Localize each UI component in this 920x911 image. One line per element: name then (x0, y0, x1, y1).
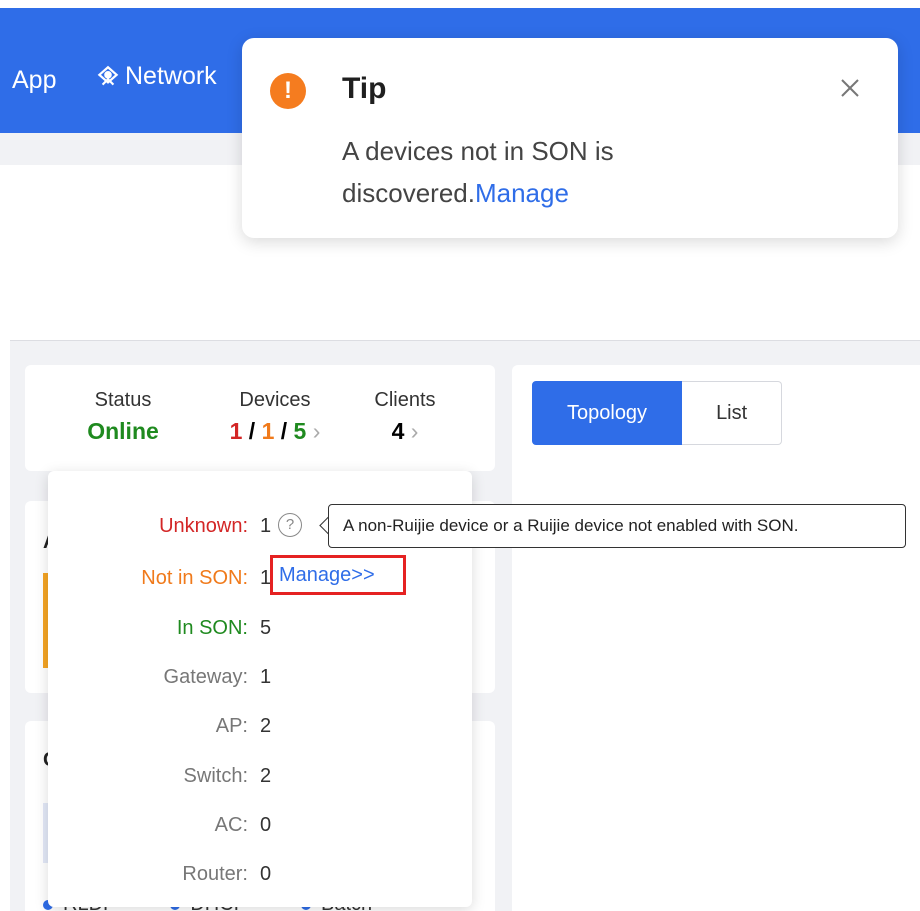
row-router: Router: 0 (48, 859, 472, 889)
devices-separator: / (280, 418, 288, 444)
row-not-in-son: Not in SON: 1 Manage>> (48, 555, 472, 595)
nav-item-app[interactable]: App (12, 66, 56, 95)
devices-unknown-count: 1 (229, 418, 243, 444)
devices-not-in-son-count: 1 (261, 418, 275, 444)
clients-label: Clients (374, 389, 436, 411)
chevron-right-icon: › (312, 418, 321, 444)
network-icon (97, 65, 119, 85)
stat-clients[interactable]: Clients 4 › (365, 389, 445, 445)
tip-manage-link[interactable]: Manage (475, 178, 569, 208)
ac-label: AC: (214, 814, 248, 836)
clients-count: 4 (391, 418, 405, 444)
devices-value[interactable]: 1 / 1 / 5 › (195, 418, 355, 445)
manage-link[interactable]: Manage>> (270, 555, 406, 595)
row-ac: AC: 0 (48, 810, 472, 840)
view-toggle: Topology List (532, 381, 783, 445)
unknown-label: Unknown: (159, 515, 248, 537)
unknown-value: 1 (260, 515, 272, 537)
router-label: Router: (182, 863, 248, 885)
devices-label: Devices (239, 389, 311, 411)
tab-topology[interactable]: Topology (532, 381, 683, 445)
in-son-label: In SON: (176, 617, 248, 639)
gateway-label: Gateway: (163, 666, 248, 688)
in-son-value: 5 (260, 617, 272, 639)
stat-status: Status Online (73, 389, 173, 445)
not-in-son-label: Not in SON: (141, 567, 248, 589)
top-screenshot: App Network t ! Tip A devices not in SON… (0, 0, 920, 262)
devices-separator: / (248, 418, 256, 444)
overview-stats-card: Status Online Devices 1 / 1 / 5 › Client… (25, 365, 495, 471)
chevron-right-icon: › (410, 418, 419, 444)
clients-value[interactable]: 4 › (365, 418, 445, 445)
row-in-son: In SON: 5 (48, 613, 472, 643)
ac-value: 0 (260, 814, 272, 836)
help-icon[interactable]: ? (278, 513, 302, 537)
switch-value: 2 (260, 765, 272, 787)
row-gateway: Gateway: 1 (48, 662, 472, 692)
row-switch: Switch: 2 (48, 761, 472, 791)
tip-message: A devices not in SON is discovered.Manag… (342, 130, 842, 214)
tip-title: Tip (342, 72, 387, 105)
ap-value: 2 (260, 715, 272, 737)
devices-total-count: 5 (293, 418, 307, 444)
close-icon[interactable] (838, 76, 862, 100)
status-value: Online (87, 418, 159, 444)
router-value: 0 (260, 863, 272, 885)
tip-notification: ! Tip A devices not in SON is discovered… (242, 38, 898, 238)
gateway-value: 1 (260, 666, 272, 688)
nav-item-network[interactable]: Network (95, 62, 217, 91)
ap-label: AP: (215, 715, 248, 737)
nav-item-network-label: Network (125, 62, 217, 90)
tab-list[interactable]: List (682, 381, 783, 445)
row-ap: AP: 2 (48, 711, 472, 741)
switch-label: Switch: (183, 765, 248, 787)
warning-icon: ! (270, 73, 306, 109)
stat-devices[interactable]: Devices 1 / 1 / 5 › (195, 389, 355, 445)
unknown-help-tooltip: A non-Ruijie device or a Ruijie device n… (328, 504, 906, 548)
status-label: Status (94, 389, 152, 411)
topology-panel: Topology List (512, 365, 920, 911)
bottom-screenshot: Status Online Devices 1 / 1 / 5 › Client… (10, 340, 920, 911)
